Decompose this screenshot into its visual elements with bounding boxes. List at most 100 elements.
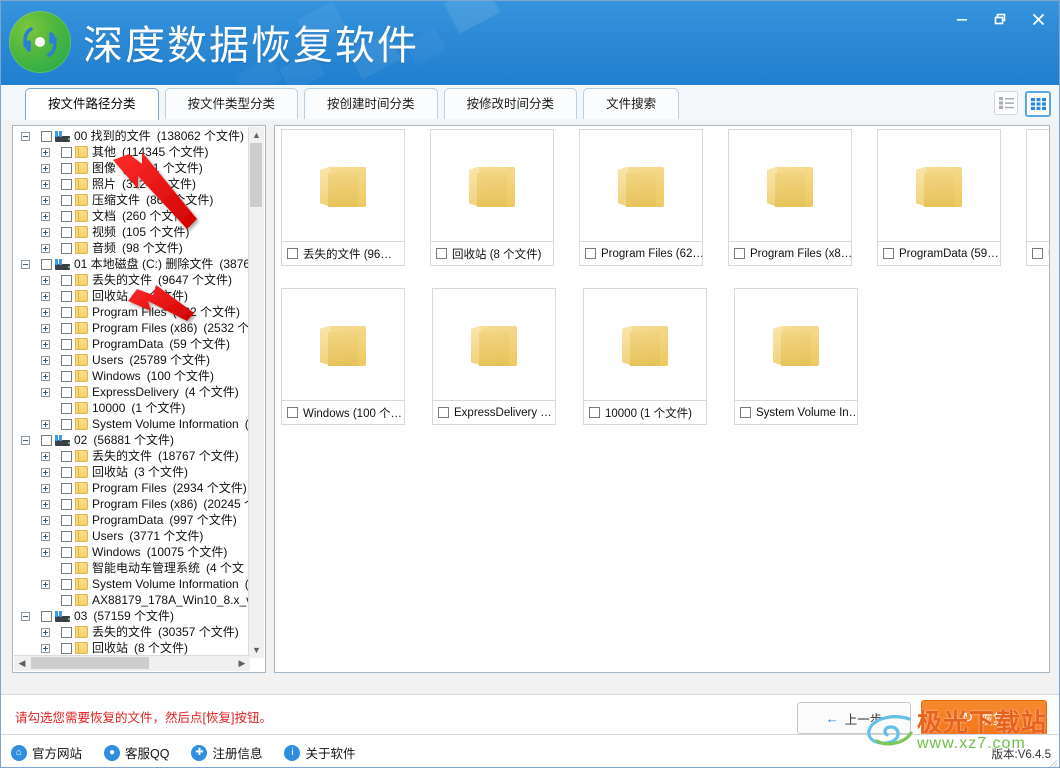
restore-button[interactable] xyxy=(981,4,1019,34)
footer-link[interactable]: ✚ 注册信息 xyxy=(191,743,262,762)
tree-item-checkbox[interactable] xyxy=(61,562,72,574)
tree-item-checkbox[interactable] xyxy=(61,498,72,510)
tree-item[interactable]: 音频 (98 个文件) xyxy=(13,240,251,256)
tree-item[interactable]: Program Files (622 个文件) xyxy=(13,304,251,320)
file-grid-item[interactable]: ProgramData (59… xyxy=(877,129,1001,266)
file-grid-item[interactable]: 丢失的文件 (96… xyxy=(281,129,405,266)
file-thumbnail[interactable] xyxy=(432,288,556,401)
tree-item[interactable]: ProgramData (59 个文件) xyxy=(13,336,251,352)
tree-item[interactable]: 图像 (19261 个文件) xyxy=(13,160,251,176)
tree-item-checkbox[interactable] xyxy=(61,210,72,222)
tree-expander-icon[interactable] xyxy=(19,608,32,624)
tree-expander-icon[interactable] xyxy=(19,128,32,144)
tab-file-search[interactable]: 文件搜索 xyxy=(583,88,680,119)
tree-expander-icon[interactable] xyxy=(39,416,52,432)
file-caption[interactable]: ProgramData (59… xyxy=(877,242,1001,266)
tree-item-checkbox[interactable] xyxy=(61,578,72,590)
tree-expander-icon[interactable] xyxy=(39,240,52,256)
tree-expander-icon[interactable] xyxy=(39,480,52,496)
tree-item[interactable]: ExpressDelivery (4 个文件) xyxy=(13,384,251,400)
tree-expander-icon[interactable] xyxy=(39,192,52,208)
tree-item[interactable]: Program Files (x86) (2532 个文 xyxy=(13,320,251,336)
file-caption[interactable]: 丢失的文件 (96… xyxy=(281,242,405,266)
file-item-checkbox[interactable] xyxy=(589,407,600,418)
tab-by-file-type[interactable]: 按文件类型分类 xyxy=(164,88,299,119)
tree-item-checkbox[interactable] xyxy=(61,146,72,158)
file-grid-item[interactable]: System Volume In… xyxy=(734,288,860,425)
tree-item[interactable]: Windows (10075 个文件) xyxy=(13,544,251,560)
tree-item-checkbox[interactable] xyxy=(61,386,72,398)
file-item-checkbox[interactable] xyxy=(734,248,745,259)
tree-expander-icon[interactable] xyxy=(39,352,52,368)
tree-expander-icon[interactable] xyxy=(39,496,52,512)
file-thumbnail[interactable] xyxy=(583,288,707,401)
recover-button[interactable]: ↻ 恢复 xyxy=(921,700,1047,736)
tree-vertical-scroll-thumb[interactable] xyxy=(250,143,262,207)
tree-expander-icon[interactable] xyxy=(39,464,52,480)
file-item-checkbox[interactable] xyxy=(883,248,894,259)
tree-item-checkbox[interactable] xyxy=(41,434,52,446)
tree-item-checkbox[interactable] xyxy=(61,418,72,430)
file-grid-item[interactable]: Users (25789 个… xyxy=(1026,129,1049,266)
tree-expander-icon[interactable] xyxy=(39,384,52,400)
tree-item[interactable]: 01 本地磁盘 (C:) 删除文件 (38764 个 xyxy=(13,256,251,272)
tree-item[interactable]: 其他 (114345 个文件) xyxy=(13,144,251,160)
tree-item[interactable]: Windows (100 个文件) xyxy=(13,368,251,384)
file-grid-item[interactable]: 回收站 (8 个文件) xyxy=(430,129,554,266)
file-thumbnail[interactable] xyxy=(728,129,852,242)
tree-item[interactable]: 03 (57159 个文件) xyxy=(13,608,251,624)
tab-by-file-path[interactable]: 按文件路径分类 xyxy=(25,88,159,120)
tree-item-checkbox[interactable] xyxy=(61,226,72,238)
tree-item-checkbox[interactable] xyxy=(61,594,72,606)
tree-item[interactable]: System Volume Information(10 xyxy=(13,576,251,592)
tree-expander-icon[interactable] xyxy=(39,304,52,320)
tree-scroll-up-arrow[interactable]: ▲ xyxy=(249,127,264,143)
file-caption[interactable]: System Volume In… xyxy=(734,401,858,425)
resize-grip-icon[interactable] xyxy=(1046,756,1058,768)
file-grid-item[interactable]: ExpressDelivery … xyxy=(432,288,558,425)
file-caption[interactable]: Windows (100 个… xyxy=(281,401,405,425)
tree-item[interactable]: System Volume Information(2 个 xyxy=(13,416,251,432)
file-caption[interactable]: Program Files (62… xyxy=(579,242,703,266)
tree-item-checkbox[interactable] xyxy=(61,514,72,526)
tree-expander-icon[interactable] xyxy=(39,208,52,224)
list-view-icon[interactable] xyxy=(994,91,1018,115)
tree-expander-icon[interactable] xyxy=(39,336,52,352)
file-item-checkbox[interactable] xyxy=(438,407,449,418)
tree-item[interactable]: Users (25789 个文件) xyxy=(13,352,251,368)
tree-expander-icon[interactable] xyxy=(39,288,52,304)
file-grid-item[interactable]: Windows (100 个… xyxy=(281,288,407,425)
tree-expander-icon[interactable] xyxy=(39,272,52,288)
tree-item[interactable]: 回收站 (3 个文件) xyxy=(13,464,251,480)
tree-item[interactable]: Users (3771 个文件) xyxy=(13,528,251,544)
file-thumbnail[interactable] xyxy=(281,129,405,242)
grid-view-icon[interactable] xyxy=(1025,91,1051,117)
file-item-checkbox[interactable] xyxy=(287,248,298,259)
tree-item-checkbox[interactable] xyxy=(41,258,52,270)
file-caption[interactable]: Users (25789 个… xyxy=(1026,242,1049,266)
file-grid-item[interactable]: Program Files (x8… xyxy=(728,129,852,266)
tree-item[interactable]: 回收站 (8 个文件) xyxy=(13,288,251,304)
tree-expander-icon[interactable] xyxy=(39,624,52,640)
tree-item-checkbox[interactable] xyxy=(61,162,72,174)
tree-item[interactable]: 回收站 (8 个文件) xyxy=(13,640,251,656)
close-button[interactable] xyxy=(1019,4,1057,34)
tree-scroll-right-arrow[interactable]: ▶ xyxy=(234,656,250,671)
tree-expander-icon[interactable] xyxy=(39,176,52,192)
tree-scroll-down-arrow[interactable]: ▼ xyxy=(249,642,264,658)
tree-expander-icon[interactable] xyxy=(39,576,52,592)
file-item-checkbox[interactable] xyxy=(287,407,298,418)
tree-item-checkbox[interactable] xyxy=(61,322,72,334)
tree-expander-icon[interactable] xyxy=(39,512,52,528)
tree-item-checkbox[interactable] xyxy=(61,402,72,414)
tree-item[interactable]: 丢失的文件 (30357 个文件) xyxy=(13,624,251,640)
tree-vertical-scrollbar[interactable]: ▲ ▼ xyxy=(248,127,264,658)
tree-item-checkbox[interactable] xyxy=(41,130,52,142)
tree-expander-icon[interactable] xyxy=(39,144,52,160)
folder-tree[interactable]: 00 找到的文件 (138062 个文件) 其他 (114345 个文件) 图像 (192… xyxy=(13,128,251,657)
previous-step-button[interactable]: ← 上一步 xyxy=(797,702,911,734)
tree-expander-icon[interactable] xyxy=(19,432,32,448)
minimize-button[interactable] xyxy=(943,4,981,34)
file-grid[interactable]: 丢失的文件 (96… 回收站 (8 个文件) Program Files (62… P… xyxy=(278,129,1049,669)
tree-item-checkbox[interactable] xyxy=(61,194,72,206)
